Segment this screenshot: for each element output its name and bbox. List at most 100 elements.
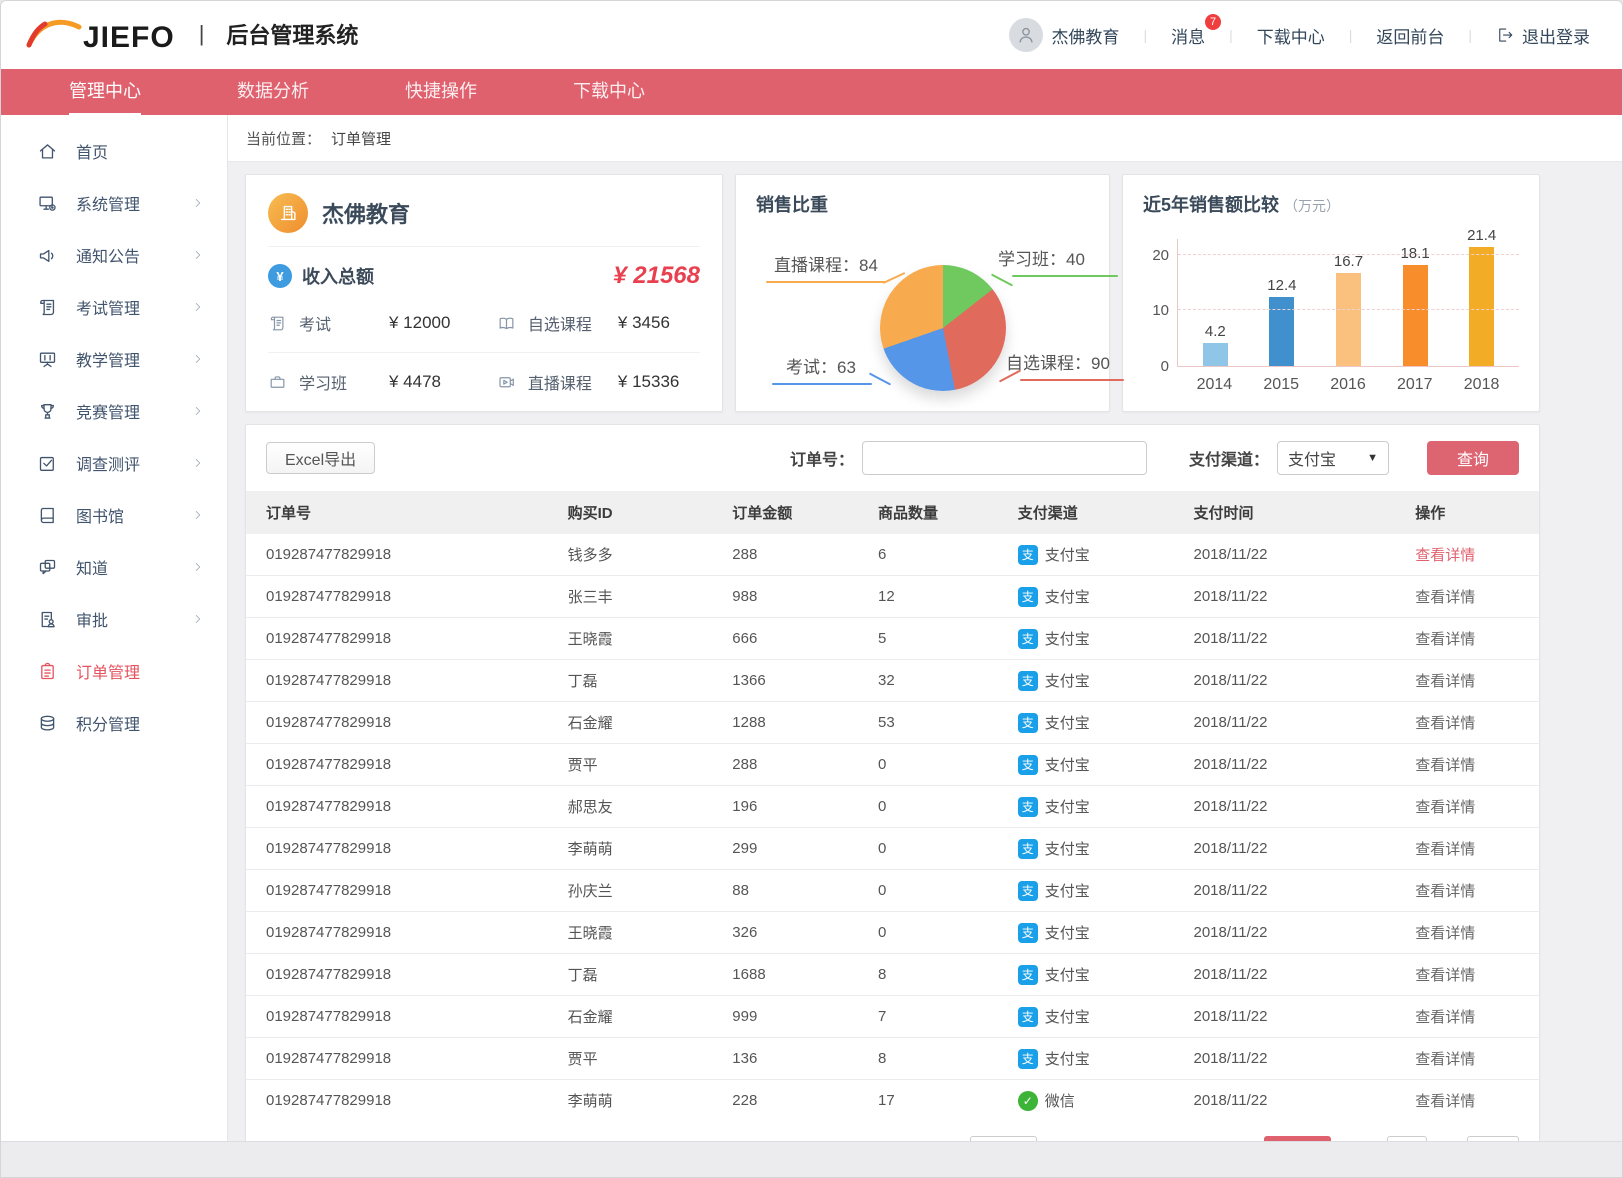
announcement-icon: [37, 245, 58, 266]
sidebar-item[interactable]: 教学管理: [1, 333, 227, 385]
order-no-input[interactable]: [862, 441, 1147, 475]
income-item-label: 自选课程: [528, 311, 618, 335]
cell-time: 2018/11/22: [1194, 702, 1416, 744]
nav-tab[interactable]: 管理中心: [69, 77, 141, 115]
admin-dashboard: JIEFO | 后台管理系统 杰佛教育 | 消息 7 | 下载中心 |: [0, 0, 1623, 1178]
trophy-icon: [37, 401, 58, 422]
cell-quantity: 53: [878, 702, 1018, 744]
sidebar-item[interactable]: 通知公告: [1, 229, 227, 281]
pay-channel-select[interactable]: 支付宝 ▼: [1277, 441, 1389, 475]
table-row: 019287477829918李萌萌22817✓微信2018/11/22查看详情: [246, 1080, 1539, 1122]
view-details-link[interactable]: 查看详情: [1415, 841, 1475, 858]
income-item: 自选课程¥ 3456: [469, 294, 700, 353]
pie-chart: 学习班：40自选课程：90考试：63直播课程：84: [756, 221, 1089, 416]
cell-time: 2018/11/22: [1194, 996, 1416, 1038]
nav-tab[interactable]: 数据分析: [237, 77, 309, 115]
payment-channel: 支支付宝: [1018, 544, 1194, 565]
cell-buyer: 贾平: [568, 744, 733, 786]
download-center-label: 下载中心: [1257, 23, 1325, 48]
cell-buyer: 石金耀: [568, 996, 733, 1038]
download-center-link[interactable]: 下载中心: [1253, 23, 1329, 48]
breadcrumb-prefix: 当前位置：: [246, 128, 321, 149]
alipay-icon: 支: [1018, 923, 1038, 943]
payment-channel: 支支付宝: [1018, 1048, 1194, 1069]
cell-time: 2018/11/22: [1194, 744, 1416, 786]
cell-action: 查看详情: [1415, 870, 1539, 912]
cell-quantity: 6: [878, 534, 1018, 576]
nav-tab[interactable]: 下载中心: [573, 77, 645, 115]
view-details-link[interactable]: 查看详情: [1415, 1093, 1475, 1110]
cell-buyer: 王晓霞: [568, 912, 733, 954]
sidebar-item-label: 教学管理: [76, 347, 191, 371]
view-details-link[interactable]: 查看详情: [1415, 715, 1475, 732]
cell-action: 查看详情: [1415, 912, 1539, 954]
search-button[interactable]: 查询: [1427, 441, 1519, 475]
order-icon: [37, 661, 58, 682]
bar-value-label: 21.4: [1467, 227, 1496, 244]
view-details-link[interactable]: 查看详情: [1415, 631, 1475, 648]
cell-action: 查看详情: [1415, 828, 1539, 870]
payment-channel-label: 微信: [1045, 1090, 1075, 1111]
gridline: [1178, 309, 1519, 310]
sidebar-item[interactable]: 审批: [1, 593, 227, 645]
sidebar-item[interactable]: 图书馆: [1, 489, 227, 541]
view-details-link[interactable]: 查看详情: [1415, 799, 1475, 816]
sidebar-item[interactable]: 积分管理: [1, 697, 227, 749]
income-item: 直播课程¥ 15336: [469, 353, 700, 411]
messages-link[interactable]: 消息 7: [1167, 23, 1209, 48]
logout-link[interactable]: 退出登录: [1492, 23, 1594, 48]
view-details-link[interactable]: 查看详情: [1415, 967, 1475, 984]
payment-channel: 支支付宝: [1018, 964, 1194, 985]
org-avatar: [268, 193, 308, 233]
sidebar-item[interactable]: 知道: [1, 541, 227, 593]
cell-amount: 326: [732, 912, 878, 954]
table-row: 019287477829918石金耀128853支支付宝2018/11/22查看…: [246, 702, 1539, 744]
cell-amount: 196: [732, 786, 878, 828]
sidebar-item[interactable]: 订单管理: [1, 645, 227, 697]
column-header: 订单号: [246, 491, 568, 534]
view-details-link[interactable]: 查看详情: [1415, 547, 1475, 564]
sidebar-item[interactable]: 系统管理: [1, 177, 227, 229]
view-details-link[interactable]: 查看详情: [1415, 757, 1475, 774]
view-details-link[interactable]: 查看详情: [1415, 1051, 1475, 1068]
sidebar-item-label: 知道: [76, 555, 191, 579]
gridline: [1178, 254, 1519, 255]
view-details-link[interactable]: 查看详情: [1415, 673, 1475, 690]
cell-order-no: 019287477829918: [246, 576, 568, 618]
qa-icon: [37, 557, 58, 578]
income-item-value: ¥ 4478: [389, 372, 441, 392]
exam-icon: [37, 297, 58, 318]
payment-channel: 支支付宝: [1018, 838, 1194, 859]
sidebar-item[interactable]: 首页: [1, 125, 227, 177]
exam-icon: [268, 314, 287, 333]
cell-order-no: 019287477829918: [246, 1038, 568, 1080]
user-menu[interactable]: 杰佛教育: [1005, 18, 1123, 52]
sidebar: 首页系统管理通知公告考试管理教学管理竞赛管理调查测评图书馆知道审批订单管理积分管…: [1, 115, 228, 1141]
logout-icon: [1496, 26, 1514, 44]
cell-channel: 支支付宝: [1018, 954, 1194, 996]
back-to-front-link[interactable]: 返回前台: [1372, 23, 1448, 48]
table-row: 019287477829918郝思友1960支支付宝2018/11/22查看详情: [246, 786, 1539, 828]
cell-quantity: 0: [878, 828, 1018, 870]
messages-badge: 7: [1205, 14, 1221, 30]
bar-value-label: 4.2: [1205, 323, 1226, 340]
chevron-right-icon: [191, 352, 205, 366]
alipay-icon: 支: [1018, 545, 1038, 565]
cell-amount: 1366: [732, 660, 878, 702]
nav-tab[interactable]: 快捷操作: [405, 77, 477, 115]
cell-amount: 1288: [732, 702, 878, 744]
cell-quantity: 32: [878, 660, 1018, 702]
payment-channel-label: 支付宝: [1045, 754, 1090, 775]
sidebar-item[interactable]: 调查测评: [1, 437, 227, 489]
view-details-link[interactable]: 查看详情: [1415, 589, 1475, 606]
payment-channel-label: 支付宝: [1045, 796, 1090, 817]
bar: [1469, 247, 1494, 366]
view-details-link[interactable]: 查看详情: [1415, 925, 1475, 942]
cell-channel: 支支付宝: [1018, 786, 1194, 828]
sidebar-item[interactable]: 竞赛管理: [1, 385, 227, 437]
sidebar-item[interactable]: 考试管理: [1, 281, 227, 333]
view-details-link[interactable]: 查看详情: [1415, 1009, 1475, 1026]
excel-export-button[interactable]: Excel导出: [266, 442, 375, 474]
view-details-link[interactable]: 查看详情: [1415, 883, 1475, 900]
pie-slice-label: 考试：63: [786, 353, 856, 378]
